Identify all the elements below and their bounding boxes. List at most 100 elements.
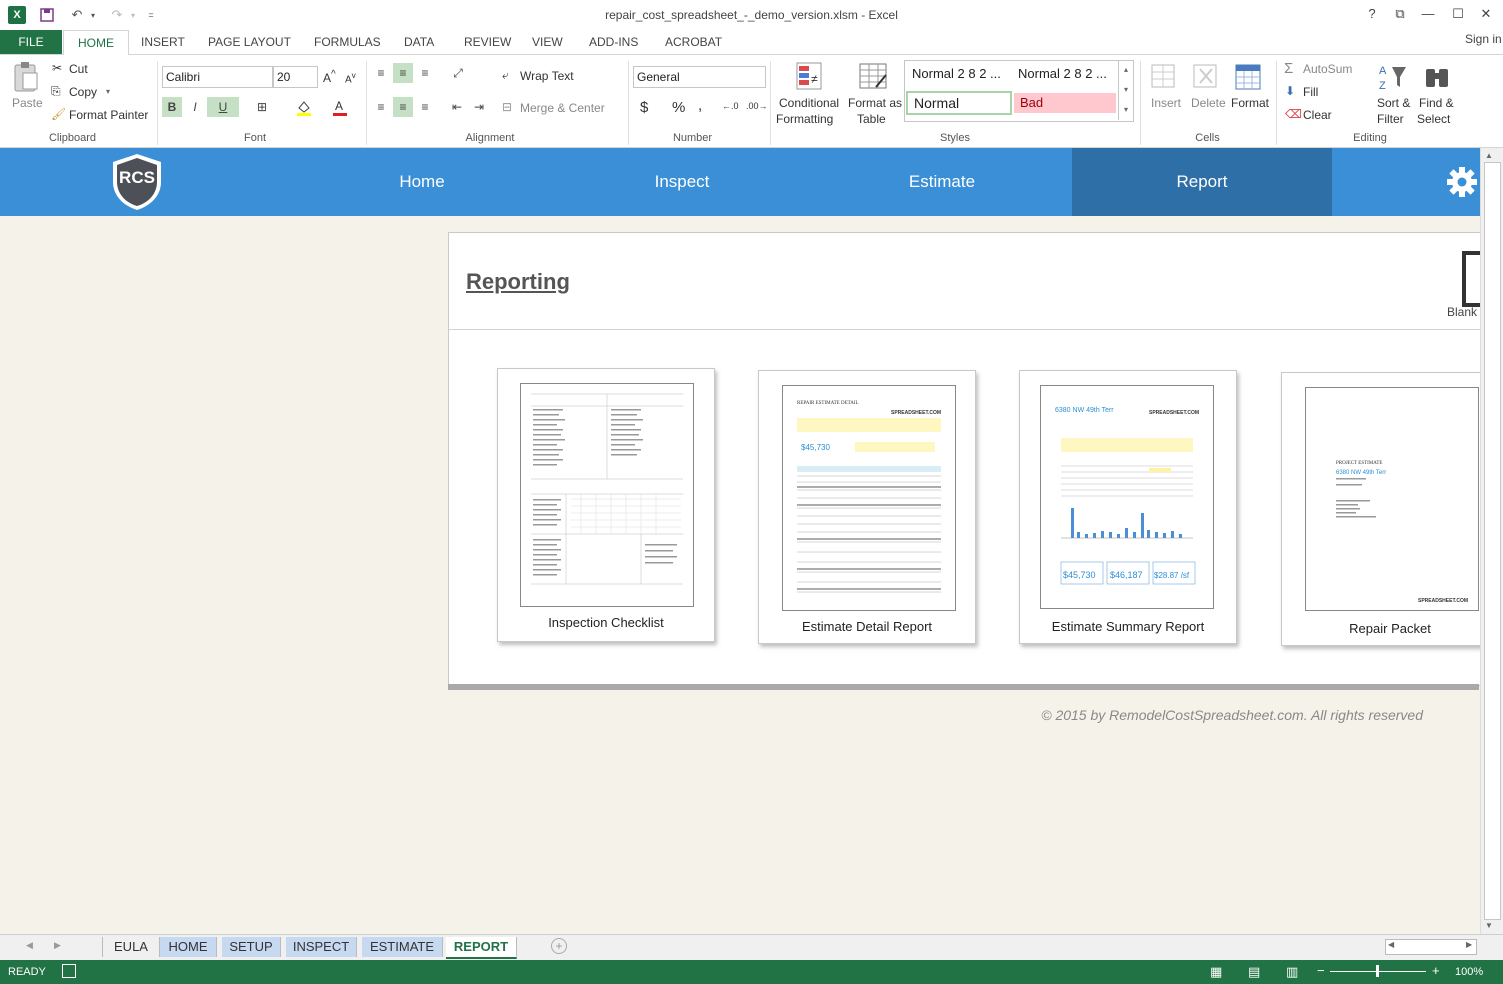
autosum-button[interactable]: AutoSum [1303,62,1352,76]
align-center-icon[interactable]: ≡ [393,97,413,117]
tab-acrobat[interactable]: ACROBAT [651,30,736,54]
help-button[interactable]: ? [1360,6,1384,24]
sheet-tab-estimate[interactable]: ESTIMATE [362,937,443,957]
style-normal[interactable]: Normal [906,91,1012,115]
zoom-slider-thumb[interactable] [1376,965,1379,977]
font-name-select[interactable]: Calibri [162,66,273,88]
merge-center-icon[interactable]: ⊟ [502,100,512,114]
percent-button[interactable]: % [672,99,685,116]
tab-insert[interactable]: INSERT [127,30,199,54]
format-painter-icon[interactable]: 🖌 [51,107,66,121]
delete-cells-button[interactable]: Delete [1191,96,1226,110]
insert-cells-button[interactable]: Insert [1151,96,1181,110]
cut-button[interactable]: Cut [69,62,88,76]
paste-button[interactable]: Paste [12,96,43,110]
blank-report-label[interactable]: Blank [1447,305,1477,319]
maximize-icon[interactable]: ☐ [1446,6,1470,24]
format-as-table-button[interactable]: Format as [848,96,902,110]
gear-icon[interactable] [1446,166,1478,198]
ribbon-display-icon[interactable]: ⧉ [1388,6,1412,24]
insert-cells-icon[interactable] [1150,61,1180,93]
scrollbar-thumb[interactable] [1484,162,1501,920]
italic-button[interactable]: I [185,97,205,117]
sort-filter-icon[interactable]: AZ [1378,61,1408,93]
scroll-up-icon[interactable]: ▲ [1485,151,1493,160]
clear-icon[interactable]: ⌫ [1285,107,1302,121]
fill-button[interactable]: Fill [1303,85,1318,99]
conditional-formatting-label2[interactable]: Formatting [776,112,833,126]
nav-estimate[interactable]: Estimate [812,148,1072,216]
merge-center-button[interactable]: Merge & Center [520,101,605,115]
align-middle-icon[interactable]: ≡ [393,63,413,83]
page-break-view-icon[interactable]: ▥ [1286,964,1298,980]
delete-cells-icon[interactable] [1192,61,1222,93]
find-select-button[interactable]: Find & [1419,96,1454,110]
sheet-tab-setup[interactable]: SETUP [222,937,281,957]
report-card-estimate-detail[interactable]: REPAIR ESTIMATE DETAIL SPREADSHEET.COM $… [758,370,976,644]
scroll-down-icon[interactable]: ▼ [1485,921,1493,930]
copy-icon[interactable]: ⎘ [51,84,61,99]
styles-scroll-icon[interactable]: ▴ ▾ ▾ [1118,60,1133,120]
tab-review[interactable]: REVIEW [450,30,525,54]
number-format-select[interactable]: General [633,66,766,88]
fill-color-icon[interactable] [294,97,314,117]
sheet-tab-home[interactable]: HOME [160,937,217,957]
estimate-summary-report-label[interactable]: Estimate Summary Report [1020,619,1236,634]
page-layout-view-icon[interactable]: ▤ [1248,964,1260,980]
horizontal-scrollbar[interactable]: ◀ ▶ [1385,939,1477,955]
font-size-select[interactable]: 20 [273,66,318,88]
tab-file[interactable]: FILE [0,30,62,54]
borders-icon[interactable]: ⊞ [252,97,272,117]
copy-dropdown-icon[interactable]: ▾ [106,87,110,96]
shrink-font-icon[interactable]: Av [345,70,356,85]
format-cells-icon[interactable] [1234,61,1264,93]
underline-button[interactable]: U [207,97,239,117]
cut-icon[interactable]: ✂ [52,61,62,75]
sheet-tab-report[interactable]: REPORT [446,937,517,959]
tab-formulas[interactable]: FORMULAS [300,30,395,54]
orientation-icon[interactable]: ⤢ [448,63,468,83]
conditional-formatting-button[interactable]: Conditional [779,96,839,110]
find-select-icon[interactable] [1423,61,1453,93]
sign-in-link[interactable]: Sign in [1465,32,1502,46]
align-right-icon[interactable]: ≡ [415,97,435,117]
format-cells-button[interactable]: Format [1231,96,1269,110]
align-top-icon[interactable]: ≡ [371,63,391,83]
grow-font-icon[interactable]: A^ [323,69,336,85]
nav-inspect[interactable]: Inspect [552,148,812,216]
zoom-out-icon[interactable]: − [1317,963,1325,978]
autosum-icon[interactable]: Σ [1284,60,1293,77]
clear-button[interactable]: Clear [1303,108,1332,122]
comma-button[interactable]: , [698,97,702,114]
tab-page-layout[interactable]: PAGE LAYOUT [194,30,305,54]
currency-button[interactable]: $ [640,99,648,116]
align-bottom-icon[interactable]: ≡ [415,63,435,83]
conditional-formatting-icon[interactable]: ≠ [795,61,825,93]
sheet-tab-inspect[interactable]: INSPECT [286,937,357,957]
decrease-indent-icon[interactable]: ⇤ [447,97,467,117]
scroll-right-icon[interactable]: ▶ [1466,940,1472,949]
nav-report[interactable]: Report [1072,148,1332,216]
increase-indent-icon[interactable]: ⇥ [469,97,489,117]
add-sheet-icon[interactable]: + [551,938,567,954]
prev-sheet-icon[interactable]: ◀ [26,940,33,951]
sort-filter-label2[interactable]: Filter [1377,112,1404,126]
estimate-detail-report-label[interactable]: Estimate Detail Report [759,619,975,634]
tab-view[interactable]: VIEW [518,30,577,54]
tab-data[interactable]: DATA [390,30,448,54]
normal-view-icon[interactable]: ▦ [1210,964,1222,980]
macro-record-icon[interactable] [62,964,76,978]
sheet-tab-eula[interactable]: EULA [102,937,160,957]
format-as-table-icon[interactable] [858,61,890,93]
report-card-inspection-checklist[interactable]: Inspection Checklist [497,368,715,642]
repair-packet-label[interactable]: Repair Packet [1282,621,1498,636]
report-card-estimate-summary[interactable]: 6380 NW 49th Terr SPREADSHEET.COM $45,73… [1019,370,1237,644]
decrease-decimal-icon[interactable]: .00→ [746,101,768,111]
increase-decimal-icon[interactable]: ←.0 [722,101,739,111]
paste-icon[interactable] [12,61,40,93]
next-sheet-icon[interactable]: ▶ [54,940,61,951]
bold-button[interactable]: B [162,97,182,117]
copy-button[interactable]: Copy [69,85,97,99]
fill-icon[interactable]: ⬇ [1285,84,1295,98]
scroll-left-icon[interactable]: ◀ [1388,940,1394,949]
